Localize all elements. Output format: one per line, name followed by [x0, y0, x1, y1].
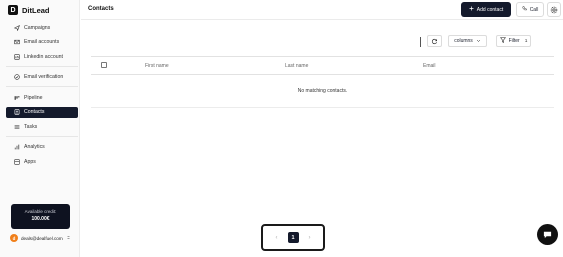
pagination: ‹ 1 › [261, 224, 325, 251]
sidebar-item-linkedin-account[interactable]: Linkedin account [6, 51, 78, 62]
sidebar-item-tasks[interactable]: Tasks [6, 121, 78, 132]
page-header: Contacts Add contact Call [81, 0, 563, 20]
filter-button[interactable]: Filter 1 [496, 35, 531, 47]
user-menu[interactable]: d deals@dealfuel.com [10, 233, 71, 243]
avatar: d [10, 234, 18, 242]
column-header-email[interactable]: Email [423, 63, 436, 69]
filter-label: Filter [508, 38, 520, 44]
sidebar-item-pipeline[interactable]: Pipeline [6, 92, 78, 103]
column-header-last-name[interactable]: Last name [285, 63, 308, 69]
sidebar-item-label: Email accounts [24, 39, 60, 45]
app-root: D DitLead Campaigns Email accounts Linke… [0, 0, 563, 257]
sidebar-item-label: Email verification [24, 74, 64, 80]
contacts-icon [13, 109, 20, 116]
add-contact-label: Add contact [476, 6, 504, 13]
call-button[interactable]: Call [516, 2, 544, 17]
sidebar-item-label: Contacts [24, 109, 45, 115]
call-label: Call [529, 6, 539, 13]
sidebar-item-email-verification[interactable]: Email verification [6, 72, 78, 83]
sidebar-item-label: Pipeline [24, 94, 43, 101]
chat-button[interactable] [537, 224, 558, 245]
apps-icon [13, 158, 20, 165]
table-header-row: First name Last name Email [91, 56, 554, 75]
credits-value: 100.00€ [31, 216, 50, 222]
page-button-current[interactable]: 1 [287, 232, 299, 243]
sidebar-item-label: Linkedin account [24, 53, 63, 60]
settings-button[interactable] [547, 2, 561, 17]
sidebar-nav: Campaigns Email accounts Linkedin accoun… [6, 22, 78, 171]
refresh-icon [431, 32, 438, 50]
filter-count-badge: 1 [524, 38, 528, 44]
bar-chart-icon [13, 144, 20, 151]
phone-icon [522, 6, 527, 13]
brand-logo-icon: D [8, 5, 18, 15]
refresh-button[interactable] [427, 35, 442, 47]
mail-icon [13, 39, 20, 46]
next-page-button[interactable]: › [307, 235, 313, 241]
toolbar-divider [420, 37, 421, 47]
sidebar-divider [6, 65, 78, 67]
sidebar-item-label: Apps [24, 158, 36, 165]
check-circle-icon [13, 74, 20, 81]
sidebar-item-label: Analytics [24, 144, 45, 150]
filter-icon [499, 37, 506, 45]
brand-name: DitLead [22, 5, 50, 15]
page-title: Contacts [88, 6, 114, 12]
tasks-icon [13, 123, 20, 130]
sidebar-item-label: Campaigns [24, 24, 51, 31]
column-header-first-name[interactable]: First name [145, 63, 169, 69]
brand[interactable]: D DitLead [8, 4, 50, 16]
sidebar-item-email-accounts[interactable]: Email accounts [6, 37, 78, 48]
chevron-down-icon [476, 38, 481, 45]
credits-card[interactable]: Available credit: 100.00€ [11, 204, 70, 229]
empty-state-message: No matching contacts. [297, 88, 348, 94]
send-icon [13, 24, 20, 31]
contacts-table: First name Last name Email No matching c… [91, 56, 554, 108]
sidebar-divider [6, 135, 78, 137]
sidebar: D DitLead Campaigns Email accounts Linke… [0, 0, 80, 257]
select-all-checkbox[interactable] [101, 62, 107, 68]
empty-state: No matching contacts. [91, 75, 554, 108]
user-email: deals@dealfuel.com [21, 235, 63, 241]
pipeline-icon [13, 94, 20, 101]
sidebar-item-label: Tasks [24, 123, 38, 130]
gear-icon [550, 1, 558, 19]
chevron-updown-icon [66, 235, 71, 241]
sidebar-item-apps[interactable]: Apps [6, 156, 78, 167]
prev-page-button[interactable]: ‹ [274, 235, 280, 241]
sidebar-item-campaigns[interactable]: Campaigns [6, 22, 78, 33]
plus-icon [469, 6, 474, 13]
sidebar-item-analytics[interactable]: Analytics [6, 142, 78, 153]
add-contact-button[interactable]: Add contact [461, 2, 511, 17]
sidebar-divider [6, 86, 78, 87]
sidebar-item-contacts[interactable]: Contacts [6, 106, 78, 118]
credits-label: Available credit: [24, 209, 57, 214]
chat-icon [543, 226, 552, 244]
linkedin-icon [13, 53, 20, 60]
columns-label: columns [454, 38, 473, 44]
columns-dropdown[interactable]: columns [448, 35, 487, 47]
